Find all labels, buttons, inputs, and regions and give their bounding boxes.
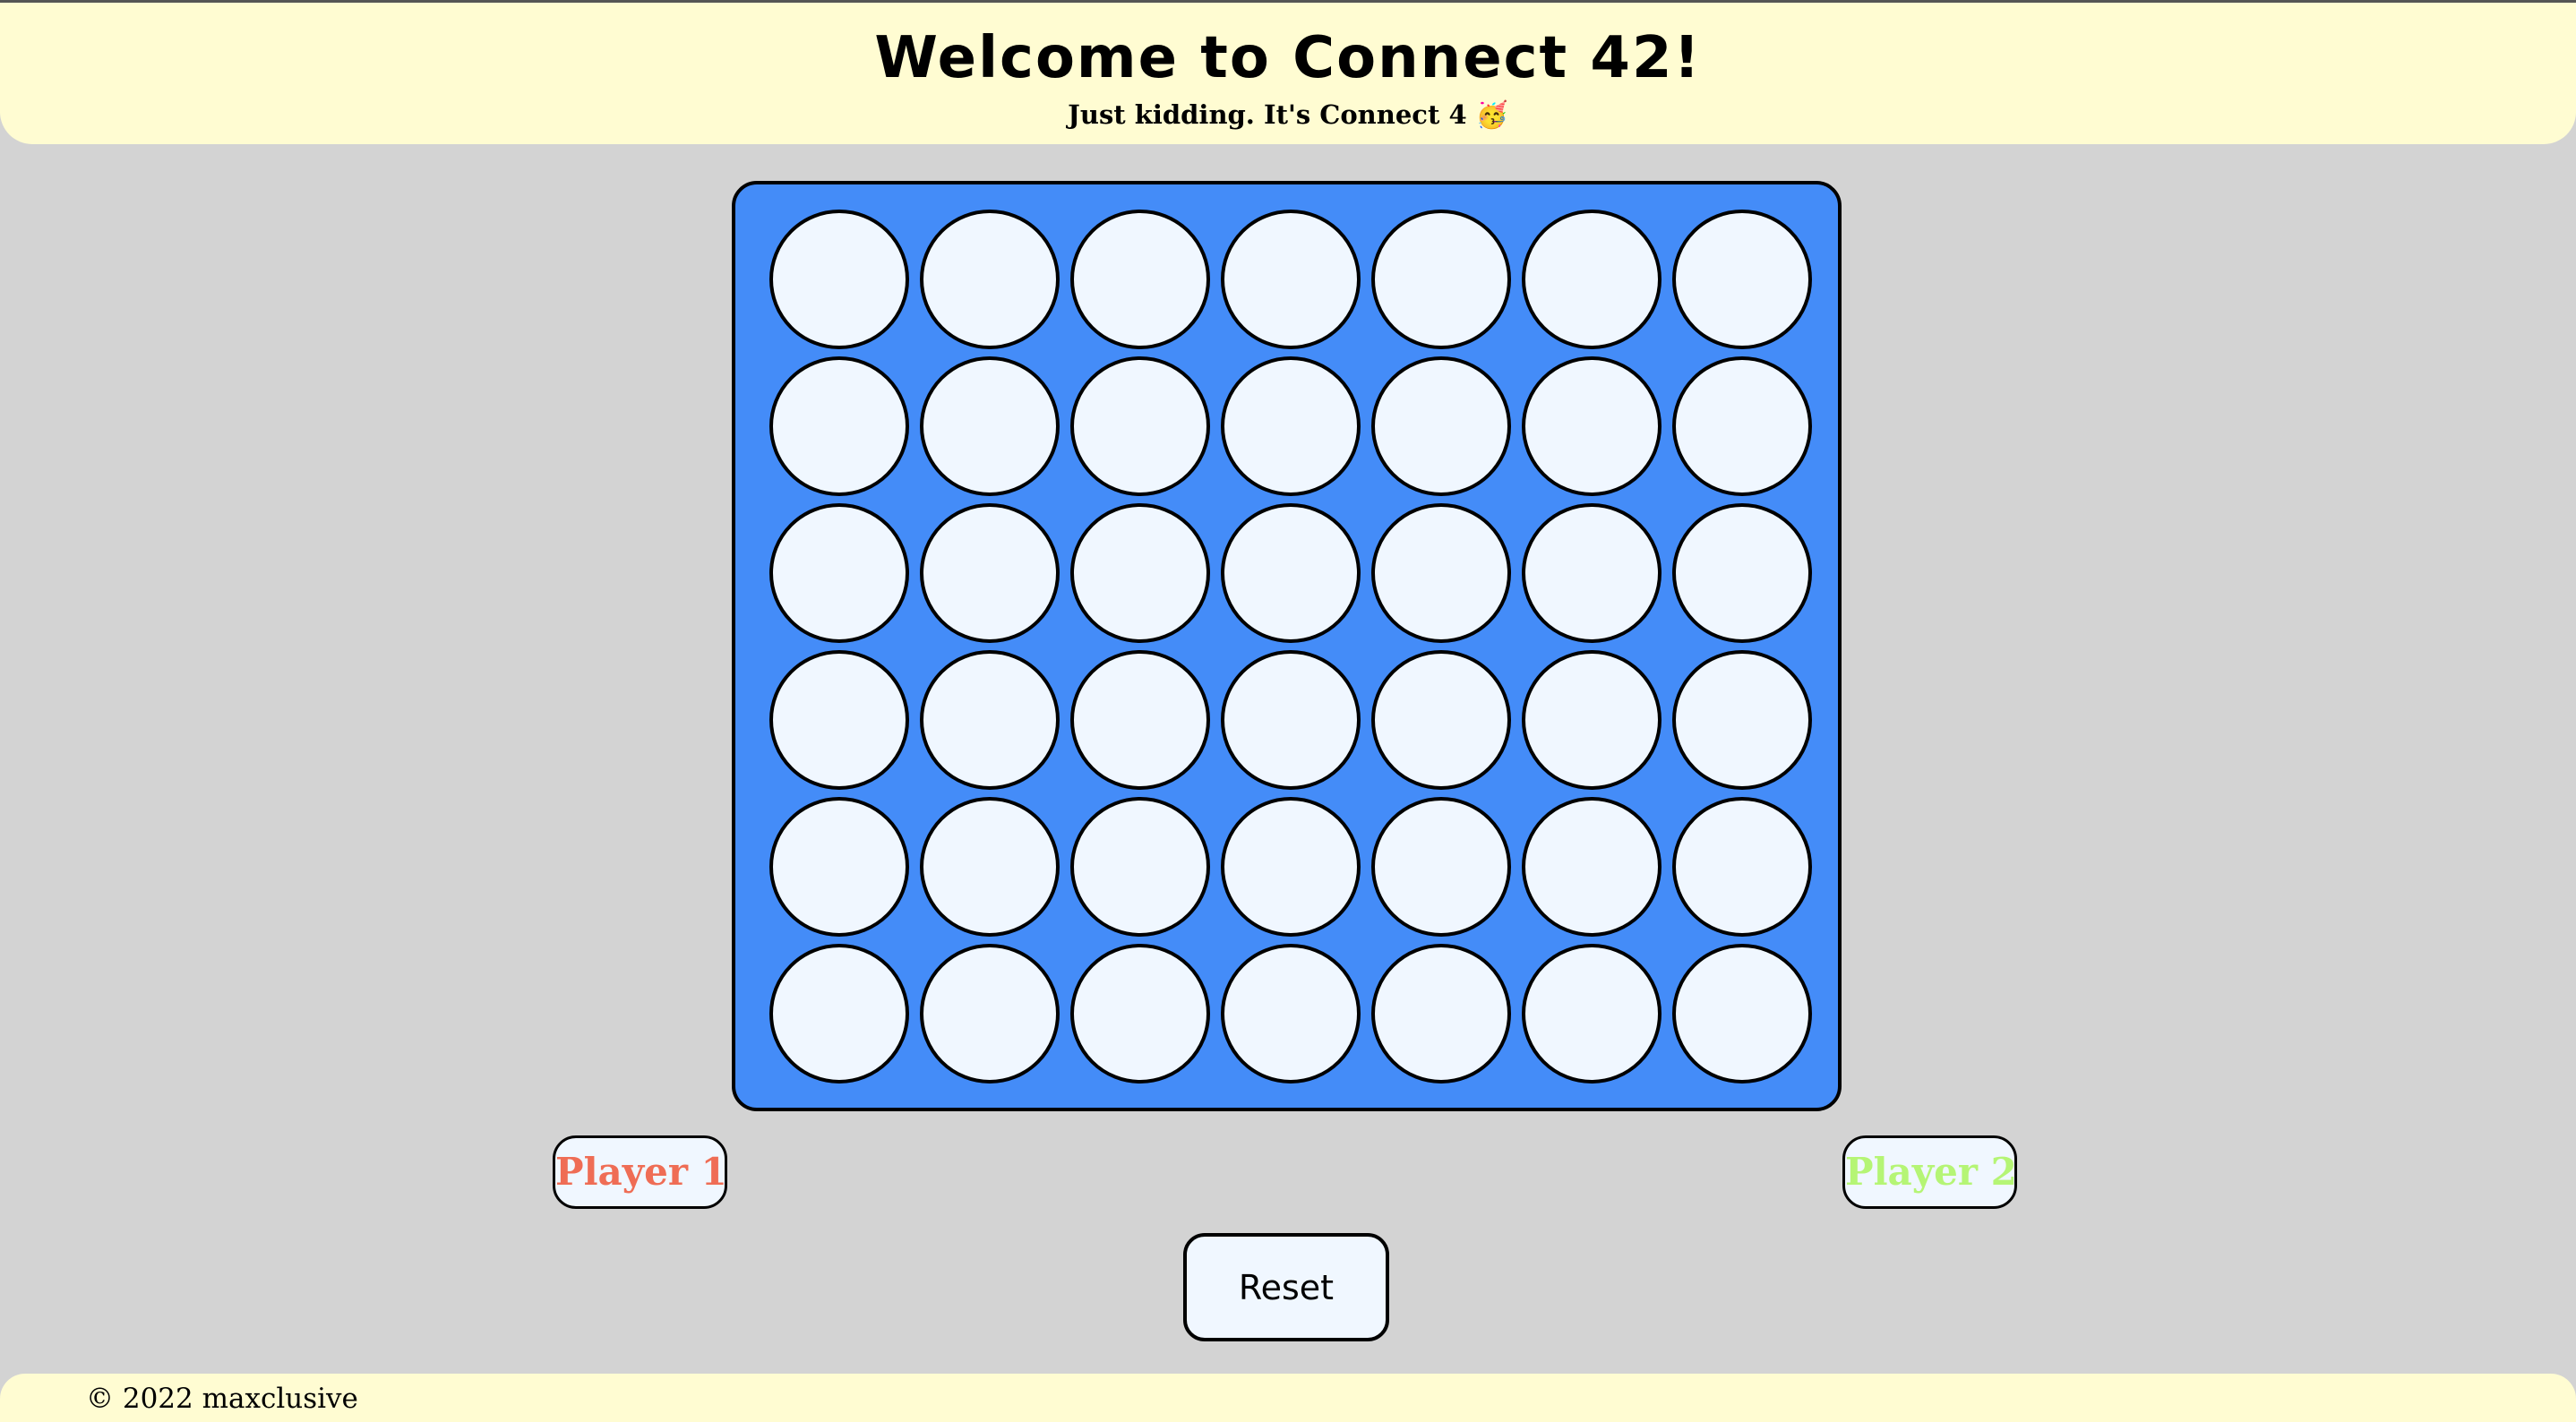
board-cell[interactable]	[1371, 356, 1511, 496]
board-cell[interactable]	[920, 797, 1060, 937]
board-cell[interactable]	[769, 944, 909, 1084]
board-cell[interactable]	[920, 503, 1060, 643]
player-1-indicator: Player 1	[553, 1135, 727, 1209]
page-title: Welcome to Connect 42!	[874, 25, 1702, 91]
board-cell[interactable]	[1221, 210, 1361, 349]
page-footer: © 2022 maxclusive	[0, 1374, 2576, 1422]
reset-button[interactable]: Reset	[1183, 1233, 1389, 1341]
board-cell[interactable]	[769, 503, 909, 643]
board-cell[interactable]	[920, 944, 1060, 1084]
board-cell[interactable]	[1371, 503, 1511, 643]
board-cell[interactable]	[769, 797, 909, 937]
game-board	[732, 181, 1842, 1111]
board-cell[interactable]	[1070, 503, 1210, 643]
page-subtitle: Just kidding. It's Connect 4 🥳	[1068, 99, 1508, 130]
board-cell[interactable]	[1672, 797, 1812, 937]
board-cell[interactable]	[1522, 356, 1662, 496]
copyright-text: © 2022 maxclusive	[86, 1383, 358, 1415]
board-cell[interactable]	[1070, 650, 1210, 790]
board-cell[interactable]	[1070, 797, 1210, 937]
board-cell[interactable]	[1672, 944, 1812, 1084]
board-cell[interactable]	[1522, 503, 1662, 643]
board-cell[interactable]	[1371, 944, 1511, 1084]
player-2-indicator: Player 2	[1842, 1135, 2017, 1209]
board-cell[interactable]	[1070, 356, 1210, 496]
board-cell[interactable]	[1672, 503, 1812, 643]
board-cell[interactable]	[1672, 356, 1812, 496]
board-cell[interactable]	[1522, 944, 1662, 1084]
page-header: Welcome to Connect 42! Just kidding. It'…	[0, 0, 2576, 144]
board-cell[interactable]	[1221, 650, 1361, 790]
board-cell[interactable]	[1522, 210, 1662, 349]
board-cell[interactable]	[769, 650, 909, 790]
board-cell[interactable]	[1221, 356, 1361, 496]
board-cell[interactable]	[1221, 503, 1361, 643]
board-cell[interactable]	[1070, 210, 1210, 349]
board-cell[interactable]	[1672, 650, 1812, 790]
board-cell[interactable]	[920, 210, 1060, 349]
board-cell[interactable]	[1371, 797, 1511, 937]
board-cell[interactable]	[769, 356, 909, 496]
board-cell[interactable]	[1221, 797, 1361, 937]
board-cell[interactable]	[1221, 944, 1361, 1084]
board-cell[interactable]	[1522, 650, 1662, 790]
board-grid	[769, 210, 1812, 1084]
board-cell[interactable]	[1371, 210, 1511, 349]
board-cell[interactable]	[769, 210, 909, 349]
board-cell[interactable]	[1522, 797, 1662, 937]
board-cell[interactable]	[1672, 210, 1812, 349]
board-cell[interactable]	[1371, 650, 1511, 790]
board-cell[interactable]	[1070, 944, 1210, 1084]
board-cell[interactable]	[920, 356, 1060, 496]
board-cell[interactable]	[920, 650, 1060, 790]
